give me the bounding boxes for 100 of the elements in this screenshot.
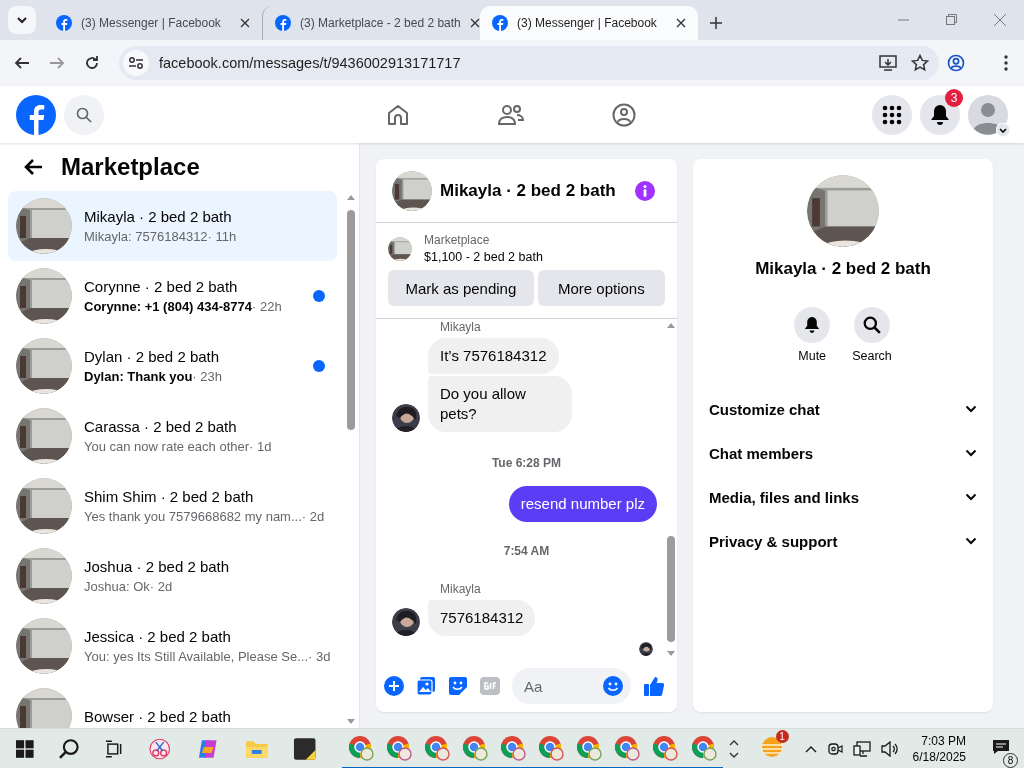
- conversation-name: Corynne · 2 bed 2 bath: [84, 278, 239, 295]
- tab-list-button[interactable]: [8, 6, 36, 34]
- conversation-name: Joshua · 2 bed 2 bath: [84, 558, 231, 575]
- scrollbar-thumb[interactable]: [667, 536, 675, 642]
- message-preview: Yes thank you 7579668682 my nam...· 2d: [84, 509, 326, 524]
- bell-icon: [930, 103, 950, 126]
- add-icon[interactable]: [384, 676, 404, 696]
- conversation-item[interactable]: Joshua · 2 bed 2 bath Joshua: Ok· 2d: [8, 541, 337, 611]
- chevron-icon: [965, 493, 977, 501]
- listing-action-button[interactable]: Mark as pending: [388, 270, 534, 306]
- mute-button[interactable]: [794, 307, 831, 343]
- message-preview: Joshua: Ok· 2d: [84, 579, 174, 594]
- section-header[interactable]: Customize chat: [709, 387, 977, 431]
- section-header[interactable]: Chat members: [709, 431, 977, 475]
- message-bubble: 7576184312: [428, 600, 536, 636]
- clock-time: 7:03 PM: [921, 732, 966, 749]
- thumbs-up-icon[interactable]: [643, 675, 665, 697]
- home-icon[interactable]: [386, 102, 410, 127]
- browser-tab[interactable]: (3) Messenger | Facebook: [44, 6, 262, 40]
- conversation-name: Shim Shim · 2 bed 2 bath: [84, 488, 255, 505]
- message-bubble: Do you allow pets?: [428, 376, 572, 432]
- new-tab-icon[interactable]: [710, 17, 722, 29]
- notifications-button[interactable]: [920, 94, 960, 135]
- message-preview: Dylan: Thank you· 23h: [84, 369, 223, 384]
- notification-badge: 3: [945, 88, 963, 107]
- star-icon[interactable]: [911, 54, 929, 72]
- search-icon[interactable]: [58, 737, 81, 760]
- site-settings-icon[interactable]: [123, 50, 149, 76]
- groups-icon[interactable]: [612, 102, 636, 127]
- profile-icon[interactable]: [947, 54, 965, 72]
- message-preview: Corynne: +1 (804) 434-8774· 22h: [84, 299, 283, 314]
- search-icon: [863, 316, 881, 334]
- conversation-item[interactable]: Jessica · 2 bed 2 bath You: yes Its Still Available, Please Se...· 3d: [8, 611, 337, 681]
- search-icon: [76, 106, 92, 123]
- conversation-name: Mikayla · 2 bed 2 bath: [84, 208, 233, 225]
- search-button[interactable]: [854, 307, 890, 343]
- tab-title: (3) Marketplace - 2 bed 2 bath: [300, 16, 461, 30]
- sender-name: Mikayla: [440, 582, 482, 596]
- timestamp: 7:54 AM: [502, 544, 551, 558]
- conversation-item[interactable]: Dylan · 2 bed 2 bath Dylan: Thank you· 23h: [8, 331, 337, 401]
- facebook-icon: [275, 15, 291, 31]
- restore-icon[interactable]: [946, 14, 957, 25]
- camera-icon[interactable]: [826, 740, 843, 757]
- listing-action-button[interactable]: More options: [537, 270, 665, 306]
- conversation-item[interactable]: Carassa · 2 bed 2 bath You can now rate each other· 1d: [8, 401, 337, 471]
- message-field[interactable]: Aa: [512, 668, 631, 704]
- scissors-icon[interactable]: [147, 736, 172, 761]
- chevron-icon: [965, 405, 977, 413]
- chevron-icon: [965, 537, 977, 545]
- listing-label: Marketplace: [424, 233, 491, 247]
- emoji-icon[interactable]: [603, 676, 623, 696]
- menu-icon[interactable]: [1004, 55, 1008, 71]
- conversation-title: Mikayla · 2 bed 2 bath: [755, 259, 931, 279]
- conversation-item[interactable]: Corynne · 2 bed 2 bath Corynne: +1 (804) 434-8774· 22h: [8, 261, 337, 331]
- section-header[interactable]: Privacy & support: [709, 519, 977, 563]
- back-icon[interactable]: [14, 55, 30, 71]
- forward-icon[interactable]: [49, 55, 65, 71]
- scrollbar-thumb[interactable]: [347, 210, 355, 430]
- conversation-item[interactable]: Shim Shim · 2 bed 2 bath Yes thank you 7579668682 my nam...· 2d: [8, 471, 337, 541]
- close-icon[interactable]: [469, 18, 480, 28]
- message-bubble: resend number plz: [508, 486, 657, 522]
- clock-date: 6/18/2025: [912, 748, 966, 765]
- menu-button[interactable]: [872, 94, 912, 135]
- app-badge: 1: [775, 729, 789, 743]
- section-header[interactable]: Media, files and links: [709, 475, 977, 519]
- sticky-notes-icon[interactable]: [293, 736, 317, 761]
- sticker-icon[interactable]: [448, 676, 468, 696]
- browser-tab[interactable]: (3) Messenger | Facebook: [480, 6, 698, 40]
- install-icon[interactable]: [879, 55, 897, 71]
- conversation-name: Carassa · 2 bed 2 bath: [84, 418, 238, 435]
- task-view-icon[interactable]: [105, 739, 123, 758]
- close-icon[interactable]: [676, 18, 686, 28]
- volume-icon[interactable]: [880, 740, 899, 757]
- scroll-up-icon[interactable]: [728, 739, 739, 746]
- action-label: Mute: [798, 349, 827, 363]
- tab-title: (3) Messenger | Facebook: [517, 16, 658, 30]
- sidebar-title: Marketplace: [61, 153, 200, 181]
- close-icon[interactable]: [240, 18, 250, 28]
- friends-icon[interactable]: [498, 102, 524, 127]
- timestamp: Tue 6:28 PM: [490, 456, 563, 470]
- chevron-up-icon[interactable]: [804, 744, 817, 753]
- facebook-logo[interactable]: [16, 94, 56, 135]
- message-preview: You: yes Its Still Available, Please Se...· 3d: [84, 649, 329, 664]
- conversation-name: Dylan · 2 bed 2 bath: [84, 348, 221, 365]
- conversation-name: Bowser · 2 bed 2 bath: [84, 707, 232, 725]
- caret-icon[interactable]: [996, 122, 1010, 137]
- chevron-icon: [965, 449, 977, 457]
- scroll-down-icon[interactable]: [728, 751, 739, 758]
- start-icon[interactable]: [16, 739, 34, 758]
- network-icon[interactable]: [852, 740, 871, 757]
- photo-icon[interactable]: [416, 676, 436, 696]
- info-icon[interactable]: [635, 180, 655, 201]
- tab-title: (3) Messenger | Facebook: [81, 16, 222, 30]
- facebook-icon: [56, 15, 72, 31]
- back-arrow-icon[interactable]: [23, 158, 43, 176]
- address-bar[interactable]: facebook.com/messages/t/9436002913171717: [119, 46, 939, 80]
- reload-icon[interactable]: [84, 55, 100, 71]
- facebook-icon: [492, 15, 508, 31]
- conversation-item[interactable]: Mikayla · 2 bed 2 bath Mikayla: 7576184312· 11h: [8, 191, 337, 261]
- action-label: Search: [852, 349, 892, 363]
